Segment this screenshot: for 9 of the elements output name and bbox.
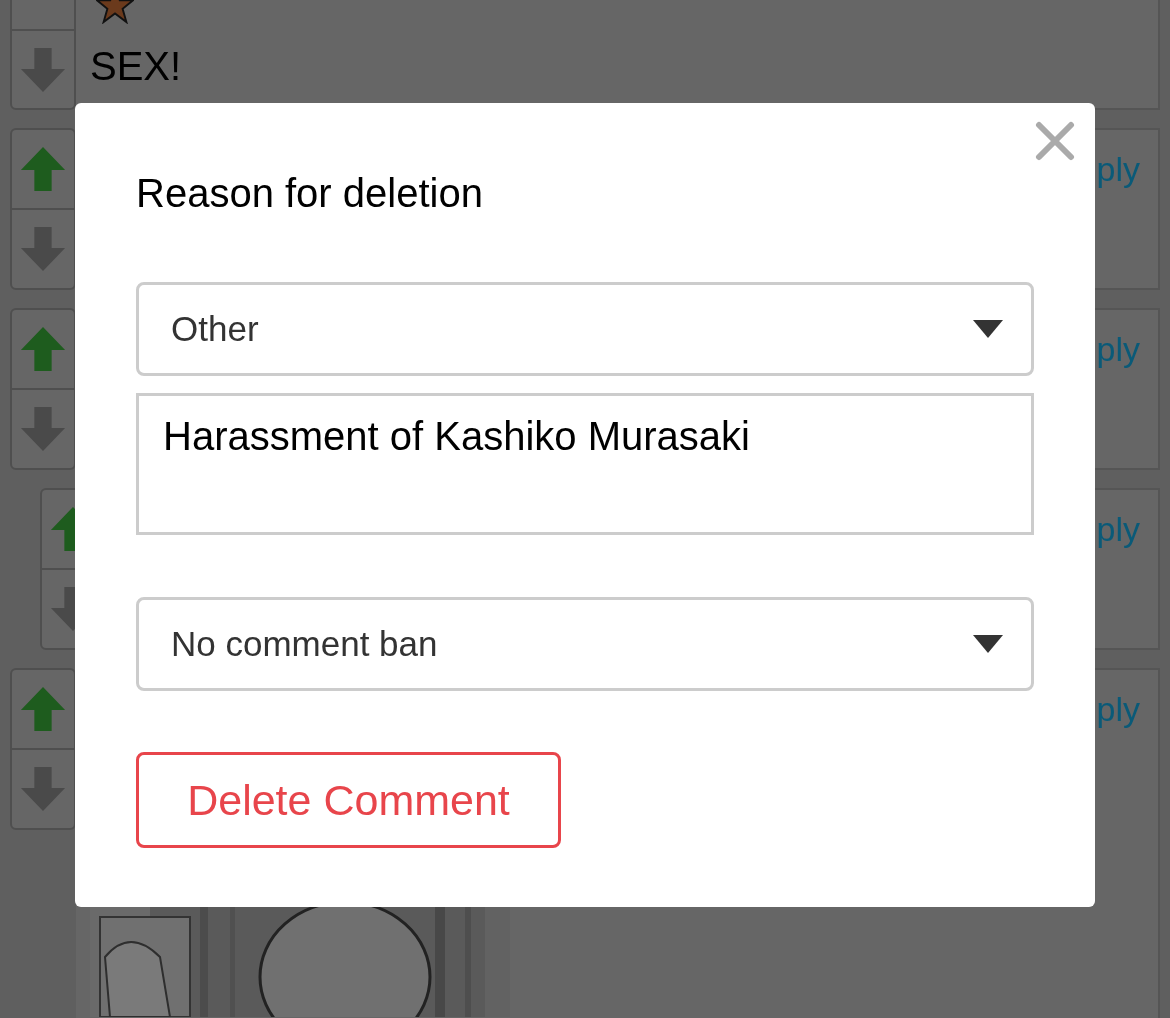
close-icon[interactable] (1035, 121, 1075, 161)
dialog-title: Reason for deletion (136, 170, 484, 217)
ban-dropdown[interactable]: No comment ban (136, 597, 1034, 691)
reason-text-field[interactable]: Harassment of Kashiko Murasaki (136, 393, 1034, 535)
caret-icon (973, 635, 1003, 653)
delete-comment-button[interactable]: Delete Comment (136, 752, 561, 848)
comment-text: SEX! (90, 44, 182, 89)
caret-icon (973, 320, 1003, 338)
reason-dropdown[interactable]: Other (136, 282, 1034, 376)
